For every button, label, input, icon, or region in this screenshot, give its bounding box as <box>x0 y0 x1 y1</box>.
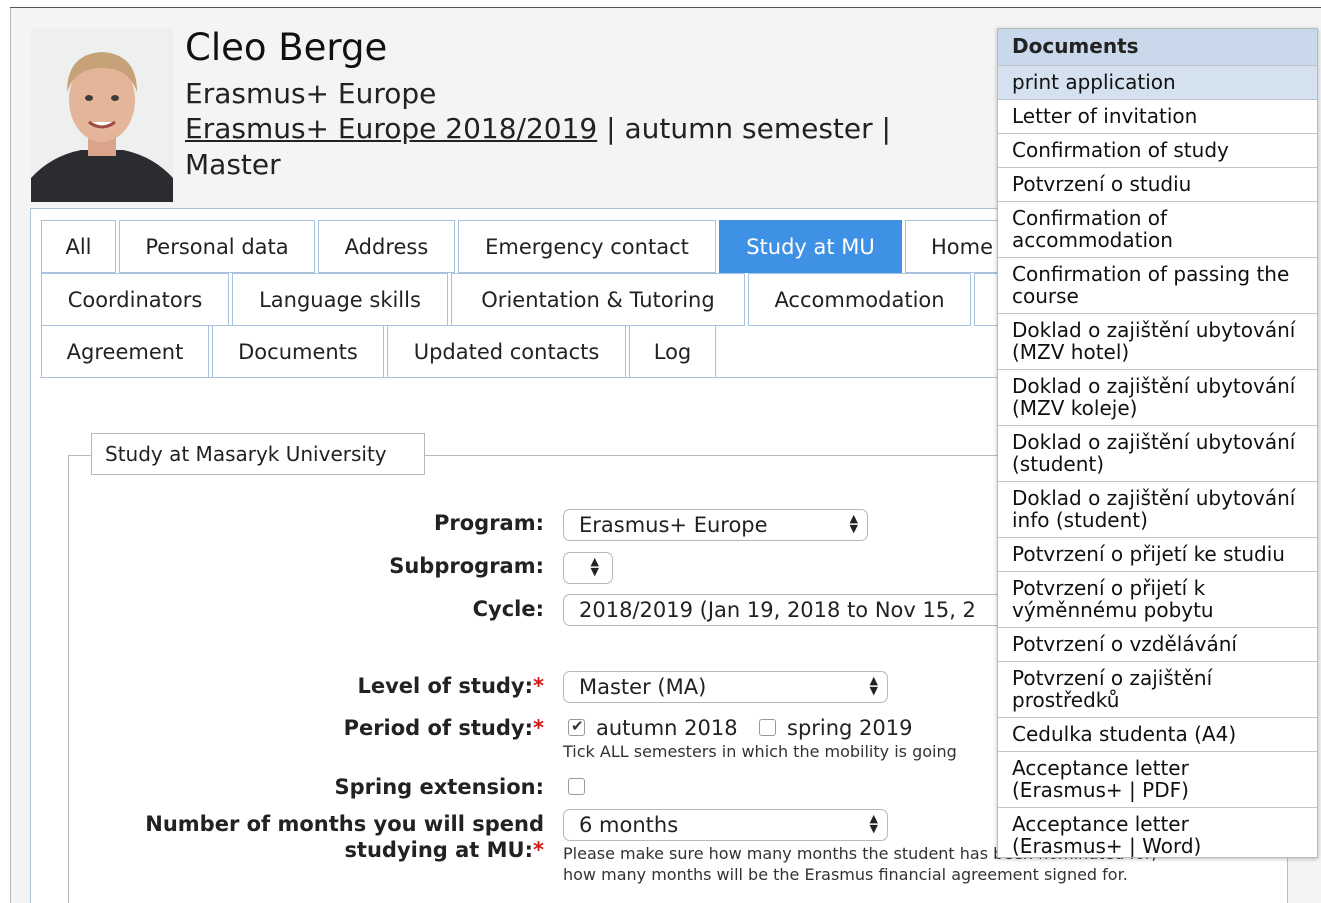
select-arrows-icon: ▲ ▼ <box>849 512 858 535</box>
fieldset-legend: Study at Masaryk University <box>91 433 425 475</box>
level-select[interactable]: Master (MA) ▲ ▼ <box>563 671 888 703</box>
tab-all[interactable]: All <box>41 220 116 273</box>
period-hint: Tick ALL semesters in which the mobility… <box>563 742 957 761</box>
required-mark: * <box>533 674 544 698</box>
menu-item-acceptance-letter-pdf[interactable]: Acceptance letter (Erasmus+ | PDF) <box>998 751 1317 807</box>
tab-log[interactable]: Log <box>629 325 716 378</box>
tab-address[interactable]: Address <box>318 220 455 273</box>
tab-accommodation[interactable]: Accommodation <box>748 273 971 326</box>
cycle-label: Cycle: <box>472 597 544 621</box>
menu-item-potvrzeni-vymenny-pobyt[interactable]: Potvrzení o přijetí k výměnnému pobytu <box>998 571 1317 627</box>
period-label: Period of study:* <box>344 716 544 740</box>
select-arrows-icon: ▲ ▼ <box>869 812 878 835</box>
program-select[interactable]: Erasmus+ Europe ▲ ▼ <box>563 509 868 541</box>
menu-item-potvrzeni-prijeti-ke-studiu[interactable]: Potvrzení o přijetí ke studiu <box>998 537 1317 571</box>
subprogram-select[interactable]: ▲ ▼ <box>563 552 613 584</box>
tab-coordinators[interactable]: Coordinators <box>41 273 229 326</box>
period-label-text: Period of study: <box>343 716 534 740</box>
profile-name: Cleo Berge <box>185 26 388 69</box>
program-value: Erasmus+ Europe <box>579 513 768 537</box>
spring-checkbox[interactable] <box>759 719 776 736</box>
menu-item-confirmation-of-accommodation[interactable]: Confirmation of accommodation <box>998 201 1317 257</box>
menu-item-confirmation-of-passing-course[interactable]: Confirmation of passing the course <box>998 257 1317 313</box>
documents-menu-title: Documents <box>998 29 1317 65</box>
menu-item-potvrzeni-o-vzdelavani[interactable]: Potvrzení o vzdělávání <box>998 627 1317 661</box>
months-label-line1: Number of months you will spend <box>145 812 544 836</box>
subprogram-label: Subprogram: <box>389 554 544 578</box>
tab-personal-data[interactable]: Personal data <box>119 220 315 273</box>
months-value: 6 months <box>579 813 679 837</box>
select-arrows-icon: ▲ ▼ <box>869 674 878 697</box>
profile-photo <box>31 28 173 202</box>
menu-item-doklad-student[interactable]: Doklad o zajištění ubytování (student) <box>998 425 1317 481</box>
menu-item-potvrzeni-prostredku[interactable]: Potvrzení o zajištění prostředků <box>998 661 1317 717</box>
menu-item-doklad-info-student[interactable]: Doklad o zajištění ubytování info (stude… <box>998 481 1317 537</box>
tab-documents[interactable]: Documents <box>212 325 384 378</box>
required-mark: * <box>533 716 544 740</box>
program-period-link[interactable]: Erasmus+ Europe 2018/2019 <box>185 112 597 145</box>
profile-semester: | autumn semester | <box>597 112 891 145</box>
profile-program: Erasmus+ Europe <box>185 77 437 110</box>
months-select[interactable]: 6 months ▲ ▼ <box>563 809 888 841</box>
spring-label: spring 2019 <box>787 716 913 740</box>
tab-updated-contacts[interactable]: Updated contacts <box>387 325 626 378</box>
menu-item-doklad-mzv-koleje[interactable]: Doklad o zajištění ubytování (MZV koleje… <box>998 369 1317 425</box>
tab-study-at-mu[interactable]: Study at MU <box>719 220 902 273</box>
profile-level: Master <box>185 148 281 181</box>
menu-item-cedulka-studenta[interactable]: Cedulka studenta (A4) <box>998 717 1317 751</box>
cycle-select[interactable]: 2018/2019 (Jan 19, 2018 to Nov 15, 2 <box>563 594 1003 626</box>
months-label-line2: studying at MU:* <box>344 838 544 862</box>
months-hint-line2: how many months will be the Erasmus fina… <box>563 865 1128 884</box>
autumn-label: autumn 2018 <box>596 716 738 740</box>
tab-agreement[interactable]: Agreement <box>41 325 209 378</box>
menu-item-acceptance-letter-word[interactable]: Acceptance letter (Erasmus+ | Word) <box>998 807 1317 857</box>
required-mark: * <box>533 838 544 862</box>
tab-emergency-contact[interactable]: Emergency contact <box>458 220 716 273</box>
program-label: Program: <box>433 511 544 535</box>
months-label-text: studying at MU: <box>344 838 534 862</box>
tab-orientation-tutoring[interactable]: Orientation & Tutoring <box>451 273 745 326</box>
menu-item-confirmation-of-study[interactable]: Confirmation of study <box>998 133 1317 167</box>
level-label: Level of study:* <box>357 674 544 698</box>
spring-extension-checkbox[interactable] <box>568 778 585 795</box>
menu-item-letter-of-invitation[interactable]: Letter of invitation <box>998 99 1317 133</box>
tab-home[interactable]: Home <box>905 220 1000 273</box>
tab-language-skills[interactable]: Language skills <box>232 273 448 326</box>
level-value: Master (MA) <box>579 675 707 699</box>
spring-extension-label: Spring extension: <box>334 775 545 799</box>
cycle-value: 2018/2019 (Jan 19, 2018 to Nov 15, 2 <box>579 598 976 622</box>
autumn-checkbox[interactable] <box>568 717 585 736</box>
menu-item-doklad-mzv-hotel[interactable]: Doklad o zajištění ubytování (MZV hotel) <box>998 313 1317 369</box>
level-label-text: Level of study: <box>357 674 534 698</box>
select-arrows-icon: ▲ ▼ <box>590 555 599 578</box>
profile-period-line: Erasmus+ Europe 2018/2019 | autumn semes… <box>185 112 891 145</box>
menu-item-potvrzeni-o-studiu[interactable]: Potvrzení o studiu <box>998 167 1317 201</box>
menu-item-print-application[interactable]: print application <box>998 65 1317 99</box>
documents-menu: Documents print application Letter of in… <box>997 28 1318 858</box>
tabs-divider <box>40 377 1000 378</box>
